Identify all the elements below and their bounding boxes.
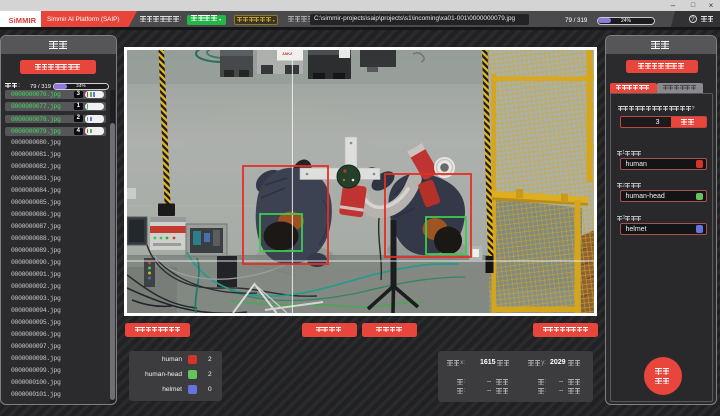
svg-text:JAKA: JAKA [282,51,293,56]
